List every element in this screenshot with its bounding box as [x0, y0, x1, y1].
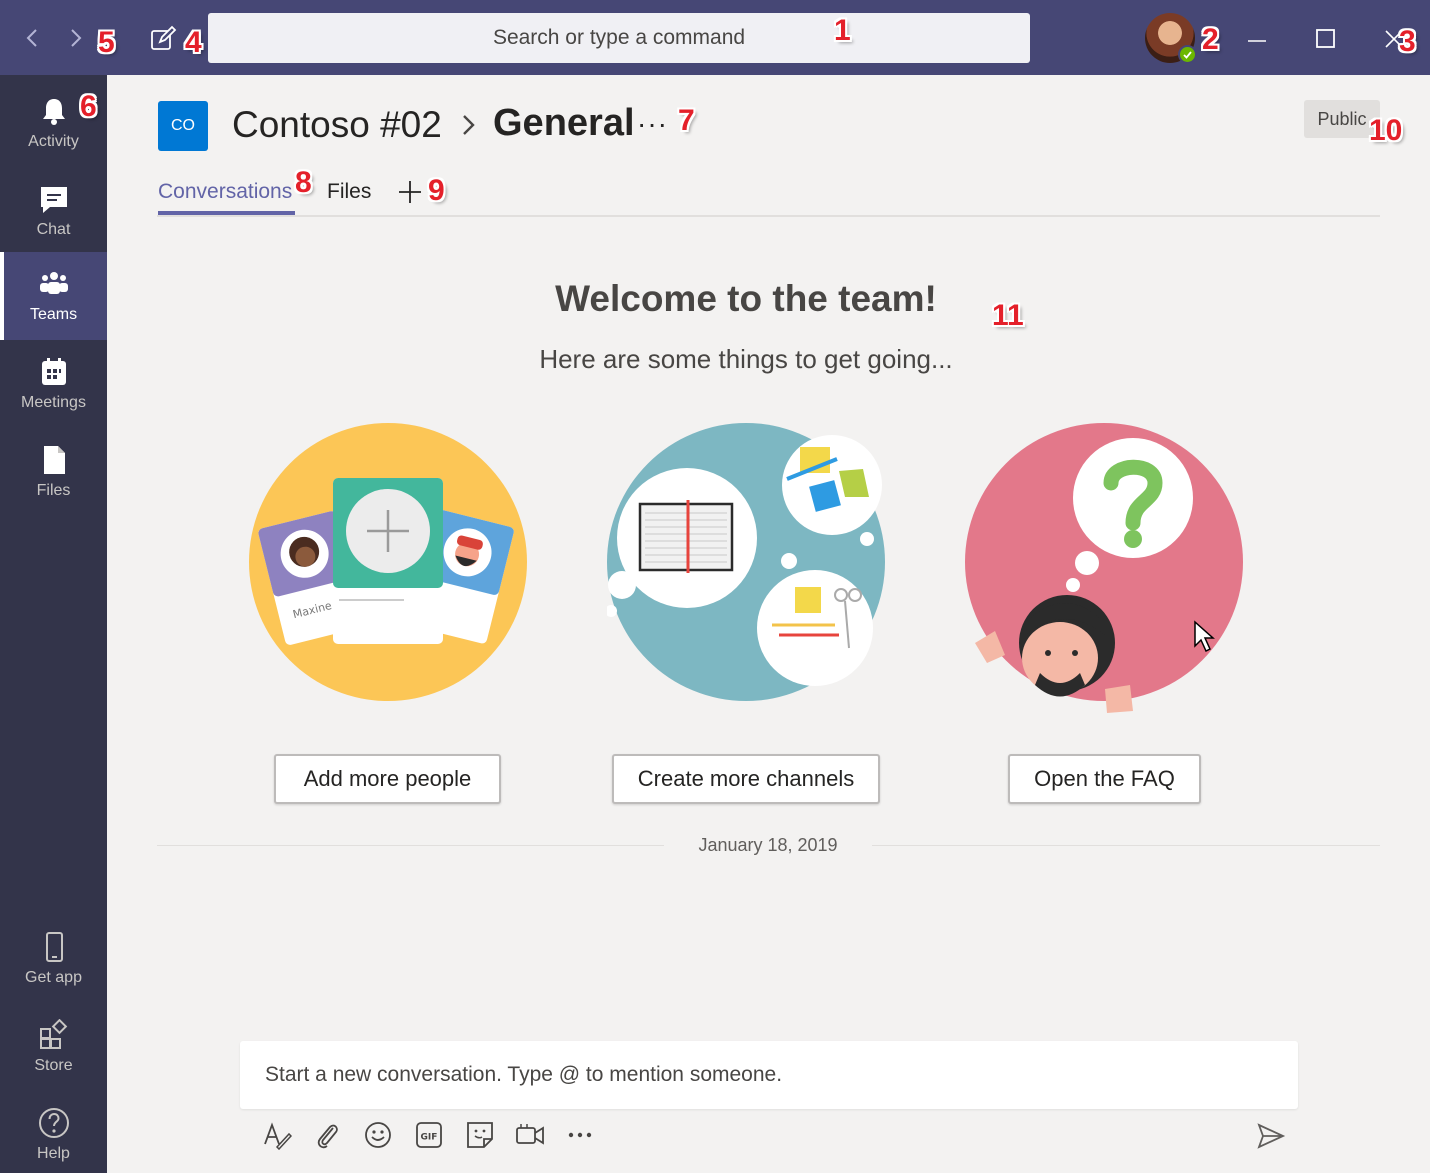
- chevron-left-icon: [26, 29, 37, 47]
- phone-icon: [45, 932, 63, 962]
- new-chat-button[interactable]: [148, 24, 178, 54]
- help-icon: [38, 1108, 69, 1138]
- rail-label: Store: [34, 1057, 73, 1074]
- maximize-icon: [1316, 29, 1335, 48]
- breadcrumb-channel[interactable]: General: [493, 102, 635, 145]
- callout-2: 2: [1202, 23, 1219, 56]
- gif-icon: GIF: [416, 1122, 442, 1148]
- rail-item-chat[interactable]: Chat: [0, 167, 107, 255]
- maximize-button[interactable]: [1308, 20, 1344, 56]
- rail-item-get-app[interactable]: Get app: [0, 915, 107, 1003]
- date-divider-right: [872, 845, 1380, 846]
- paperclip-icon: [317, 1124, 338, 1149]
- sticker-icon: [467, 1122, 493, 1148]
- tabs-divider: [157, 215, 1380, 217]
- rail-item-files[interactable]: Files: [0, 428, 107, 516]
- rail-label: Chat: [36, 221, 71, 238]
- send-icon[interactable]: [1256, 1122, 1286, 1150]
- add-more-people-button[interactable]: Add more people: [274, 754, 501, 804]
- open-faq-button[interactable]: Open the FAQ: [1008, 754, 1201, 804]
- forward-button[interactable]: [62, 22, 90, 54]
- callout-6: 6: [80, 90, 97, 123]
- rail-label: Meetings: [21, 394, 86, 411]
- tab-conversations[interactable]: Conversations: [158, 180, 292, 204]
- button-label: Create more channels: [637, 766, 855, 791]
- callout-4: 4: [185, 26, 202, 59]
- back-button[interactable]: [18, 22, 46, 54]
- available-status-icon: [1178, 45, 1197, 64]
- button-label: Add more people: [303, 766, 472, 791]
- tab-files[interactable]: Files: [327, 180, 371, 204]
- conversation-date: January 18, 2019: [698, 835, 838, 855]
- new-conversation-input[interactable]: [265, 1063, 1265, 1087]
- sticker-button[interactable]: [465, 1120, 495, 1150]
- emoji-icon: [365, 1122, 391, 1148]
- callout-10: 10: [1369, 114, 1403, 147]
- compose-icon: [151, 25, 177, 50]
- add-people-illustration: Maxine ky: [249, 423, 527, 701]
- minimize-icon: [1248, 40, 1266, 42]
- callout-7: 7: [678, 104, 695, 137]
- team-avatar[interactable]: CO: [158, 101, 208, 151]
- date-divider-left: [157, 845, 664, 846]
- create-more-channels-button[interactable]: Create more channels: [612, 754, 880, 804]
- minimize-button[interactable]: [1239, 20, 1275, 56]
- faq-illustration: [965, 423, 1243, 713]
- breadcrumb-team[interactable]: Contoso #02: [232, 104, 442, 146]
- callout-1: 1: [834, 14, 851, 47]
- button-label: Open the FAQ: [1034, 766, 1175, 791]
- callout-9: 9: [428, 174, 445, 207]
- callout-8: 8: [295, 166, 312, 199]
- rail-label: Get app: [25, 969, 82, 986]
- bell-icon: [42, 99, 65, 125]
- more-options-button[interactable]: [565, 1120, 595, 1150]
- meet-now-button[interactable]: [515, 1120, 545, 1150]
- video-camera-icon: [516, 1124, 544, 1145]
- emoji-button[interactable]: [363, 1120, 393, 1150]
- store-icon: [39, 1019, 67, 1049]
- chevron-right-icon: [463, 115, 475, 135]
- active-tab-indicator: [158, 211, 295, 215]
- create-channels-illustration: [607, 423, 885, 701]
- callout-11: 11: [992, 299, 1024, 332]
- callout-3: 3: [1399, 25, 1416, 58]
- chevron-right-icon: [71, 29, 82, 47]
- more-icon: [568, 1132, 592, 1138]
- welcome-subtitle: Here are some things to get going...: [539, 344, 953, 374]
- rail-label: Activity: [28, 133, 79, 150]
- format-icon: [264, 1122, 292, 1150]
- rail-item-help[interactable]: Help: [0, 1091, 107, 1173]
- svg-text:GIF: GIF: [421, 1133, 438, 1143]
- rail-item-store[interactable]: Store: [0, 1003, 107, 1091]
- file-icon: [43, 446, 65, 474]
- rail-label: Help: [37, 1145, 70, 1162]
- attach-button[interactable]: [313, 1120, 343, 1150]
- format-button[interactable]: [262, 1120, 292, 1150]
- welcome-title: Welcome to the team!: [555, 278, 937, 319]
- callout-5: 5: [98, 26, 115, 59]
- search-box[interactable]: Search or type a command: [208, 13, 1030, 63]
- chat-icon: [40, 187, 67, 213]
- search-placeholder: Search or type a command: [492, 26, 746, 49]
- app-rail: Activity Chat Teams Meetings Files Get a…: [0, 75, 107, 1173]
- add-tab-icon[interactable]: [398, 180, 422, 204]
- channel-more-options[interactable]: ···: [637, 108, 668, 140]
- rail-label: Files: [36, 482, 71, 499]
- gif-button[interactable]: GIF: [414, 1120, 444, 1150]
- mouse-cursor-icon: [1194, 620, 1215, 653]
- compose-box: [240, 1041, 1298, 1109]
